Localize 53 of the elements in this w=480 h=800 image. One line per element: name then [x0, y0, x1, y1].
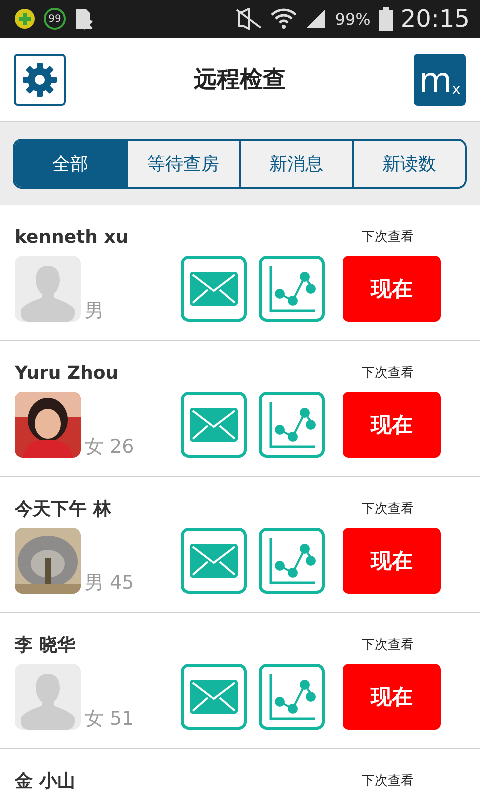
filter-tab[interactable]: 新读数	[352, 140, 465, 186]
gender-age: 女 26	[84, 436, 136, 458]
avatar-icon	[15, 256, 81, 322]
envelope-icon	[190, 272, 238, 306]
clock: 20:15	[400, 5, 470, 33]
line-chart-icon	[268, 536, 316, 586]
now-button[interactable]: 现在	[343, 528, 441, 594]
message-button[interactable]	[181, 664, 247, 730]
filter-tab[interactable]: 等待查房	[126, 140, 239, 186]
patient-name: kenneth xu	[15, 226, 129, 248]
sim-card-icon	[74, 7, 94, 31]
message-button[interactable]	[181, 528, 247, 594]
chart-button[interactable]	[259, 528, 325, 594]
chart-button[interactable]	[259, 256, 325, 322]
app-logo: m x	[414, 54, 466, 106]
envelope-icon	[190, 680, 238, 714]
line-chart-icon	[268, 400, 316, 450]
gender-age: 男	[84, 300, 105, 322]
mute-icon	[235, 8, 264, 30]
next-check-label: 下次查看	[361, 773, 415, 790]
settings-button[interactable]	[14, 54, 66, 106]
settings-icon	[22, 62, 58, 98]
wifi-icon	[271, 7, 298, 31]
filter-tab[interactable]: 全部	[15, 140, 126, 186]
signal-icon	[305, 8, 328, 30]
gender-age: 女 51	[84, 708, 136, 730]
battery-icon	[378, 7, 393, 31]
now-button[interactable]: 现在	[343, 256, 441, 322]
next-check-label: 下次查看	[361, 637, 415, 654]
patient-name: 今天下午 林	[15, 498, 112, 521]
plus-icon	[14, 8, 36, 30]
filter-tab[interactable]: 新消息	[239, 140, 352, 186]
screen-title: 远程检查	[194, 66, 286, 95]
next-check-label: 下次查看	[361, 229, 415, 246]
envelope-icon	[190, 408, 238, 442]
message-button[interactable]	[181, 392, 247, 458]
line-chart-icon	[268, 672, 316, 722]
battery-percent: 99%	[335, 10, 371, 28]
gender-age: 男 45	[84, 572, 136, 594]
line-chart-icon	[268, 264, 316, 314]
message-button[interactable]	[181, 256, 247, 322]
patient-name: Yuru Zhou	[15, 362, 119, 384]
chart-button[interactable]	[259, 664, 325, 730]
avatar-icon	[15, 664, 81, 730]
next-check-label: 下次查看	[361, 365, 415, 382]
now-button[interactable]: 现在	[343, 664, 441, 730]
chart-button[interactable]	[259, 392, 325, 458]
score-badge: 99	[44, 8, 66, 30]
now-button[interactable]: 现在	[343, 392, 441, 458]
next-check-label: 下次查看	[361, 501, 415, 518]
patient-name: 李 晓华	[15, 634, 76, 657]
envelope-icon	[190, 544, 238, 578]
patient-name: 金 小山	[15, 770, 76, 793]
